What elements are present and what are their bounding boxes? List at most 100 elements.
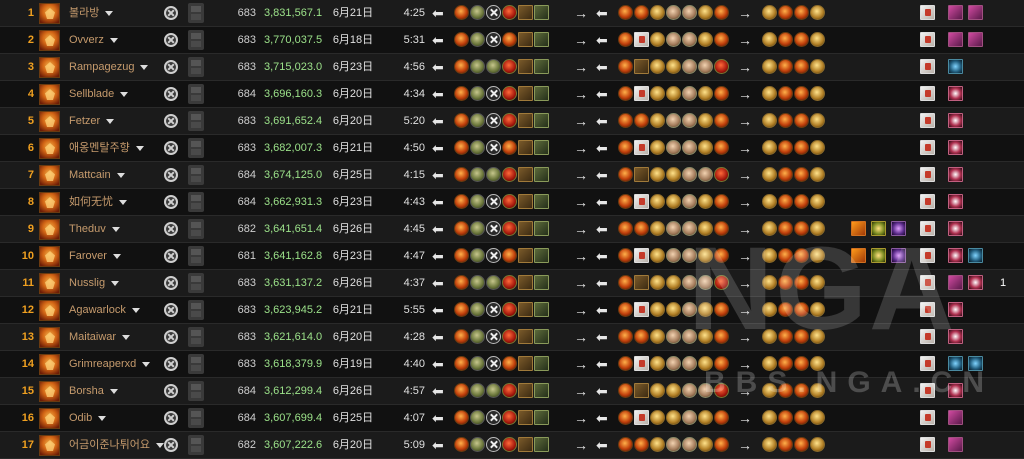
gear-icon[interactable]	[948, 437, 963, 452]
player-name-link[interactable]: Agawarlock	[69, 297, 165, 323]
table-row[interactable]: 4 Sellblade 684 3,696,160.3 6月20日 4:34 ⬅ → ⬅ →	[0, 81, 1024, 108]
player-name-link[interactable]: Farover	[69, 243, 165, 269]
talent-icon[interactable]	[486, 86, 501, 101]
talent-icon[interactable]	[794, 5, 809, 20]
talent-icon[interactable]	[778, 383, 793, 398]
talent-icon[interactable]	[698, 248, 713, 263]
talent-icon[interactable]	[454, 302, 469, 317]
talent-icon[interactable]	[502, 329, 517, 344]
talent-icon[interactable]	[518, 329, 533, 344]
talent-icon[interactable]	[486, 5, 501, 20]
table-row[interactable]: 12 Agawarlock 683 3,623,945.2 6月21日 5:55 ⬅ → ⬅ →	[0, 297, 1024, 324]
gear-icon[interactable]	[948, 248, 963, 263]
gear-icon[interactable]	[920, 32, 935, 47]
talent-icon[interactable]	[714, 5, 729, 20]
table-row[interactable]: 3 Rampagezug 683 3,715,023.0 6月23日 4:56 ⬅ → ⬅ →	[0, 54, 1024, 81]
combat-log-x-icon[interactable]	[164, 195, 178, 209]
talent-icon[interactable]	[810, 167, 825, 182]
talent-icon[interactable]	[518, 383, 533, 398]
talent-icon[interactable]	[714, 383, 729, 398]
combat-log-x-icon[interactable]	[164, 384, 178, 398]
talent-icon[interactable]	[486, 59, 501, 74]
talent-icon[interactable]	[502, 113, 517, 128]
talent-icon[interactable]	[534, 32, 549, 47]
video-icon[interactable]	[188, 138, 204, 158]
player-name-link[interactable]: Mattcain	[69, 162, 165, 188]
talent-icon[interactable]	[698, 356, 713, 371]
table-row[interactable]: 9 Theduv 682 3,641,651.4 6月26日 4:45 ⬅ → ⬅ →	[0, 216, 1024, 243]
talent-icon[interactable]	[810, 5, 825, 20]
talent-icon[interactable]	[778, 140, 793, 155]
talent-icon[interactable]	[698, 194, 713, 209]
gear-icon[interactable]	[920, 356, 935, 371]
talent-icon[interactable]	[666, 113, 681, 128]
player-name-link[interactable]: Borsha	[69, 378, 165, 404]
talent-icon[interactable]	[618, 86, 633, 101]
talent-icon[interactable]	[618, 410, 633, 425]
talent-icon[interactable]	[534, 383, 549, 398]
player-name-link[interactable]: Sellblade	[69, 81, 165, 107]
talent-icon[interactable]	[778, 437, 793, 452]
combat-log-x-icon[interactable]	[164, 303, 178, 317]
talent-icon[interactable]	[618, 113, 633, 128]
talent-icon[interactable]	[762, 113, 777, 128]
talent-icon[interactable]	[698, 302, 713, 317]
chevron-down-icon[interactable]	[112, 253, 121, 259]
talent-icon[interactable]	[650, 113, 665, 128]
talent-icon[interactable]	[810, 410, 825, 425]
talent-icon[interactable]	[810, 194, 825, 209]
talent-icon[interactable]	[762, 302, 777, 317]
talent-icon[interactable]	[682, 248, 697, 263]
talent-icon[interactable]	[518, 248, 533, 263]
chevron-down-icon[interactable]	[111, 280, 120, 286]
combat-log-x-icon[interactable]	[164, 33, 178, 47]
talent-icon[interactable]	[634, 248, 649, 263]
talent-icon[interactable]	[682, 437, 697, 452]
talent-icon[interactable]	[618, 437, 633, 452]
talent-icon[interactable]	[534, 356, 549, 371]
talent-icon[interactable]	[534, 410, 549, 425]
talent-icon[interactable]	[698, 59, 713, 74]
player-name-link[interactable]: 애옹멘탈주향	[69, 135, 165, 161]
video-icon[interactable]	[188, 273, 204, 293]
talent-icon[interactable]	[534, 275, 549, 290]
table-row[interactable]: 7 Mattcain 684 3,674,125.0 6月25日 4:15 ⬅ → ⬅ →	[0, 162, 1024, 189]
talent-icon[interactable]	[714, 113, 729, 128]
talent-icon[interactable]	[794, 140, 809, 155]
talent-icon[interactable]	[470, 140, 485, 155]
talent-icon[interactable]	[714, 410, 729, 425]
talent-icon[interactable]	[778, 356, 793, 371]
video-icon[interactable]	[188, 111, 204, 131]
talent-icon[interactable]	[682, 275, 697, 290]
talent-icon[interactable]	[454, 140, 469, 155]
combat-log-x-icon[interactable]	[164, 168, 178, 182]
video-icon[interactable]	[188, 300, 204, 320]
talent-icon[interactable]	[454, 437, 469, 452]
trinket-icon[interactable]	[891, 221, 906, 236]
talent-icon[interactable]	[518, 275, 533, 290]
talent-icon[interactable]	[518, 437, 533, 452]
talent-icon[interactable]	[810, 59, 825, 74]
video-icon[interactable]	[188, 192, 204, 212]
gear-icon[interactable]	[948, 113, 963, 128]
talent-icon[interactable]	[502, 410, 517, 425]
gear-icon[interactable]	[920, 410, 935, 425]
gear-icon[interactable]	[948, 356, 963, 371]
talent-icon[interactable]	[778, 221, 793, 236]
talent-icon[interactable]	[618, 5, 633, 20]
talent-icon[interactable]	[470, 194, 485, 209]
gear-icon[interactable]	[920, 221, 935, 236]
chevron-down-icon[interactable]	[111, 226, 120, 232]
talent-icon[interactable]	[682, 383, 697, 398]
talent-icon[interactable]	[486, 194, 501, 209]
talent-icon[interactable]	[486, 221, 501, 236]
video-icon[interactable]	[188, 219, 204, 239]
talent-icon[interactable]	[454, 410, 469, 425]
talent-icon[interactable]	[714, 248, 729, 263]
gear-icon[interactable]	[920, 5, 935, 20]
talent-icon[interactable]	[486, 248, 501, 263]
talent-icon[interactable]	[666, 5, 681, 20]
table-row[interactable]: 15 Borsha 684 3,612,299.4 6月26日 4:57 ⬅ → ⬅ →	[0, 378, 1024, 405]
talent-icon[interactable]	[666, 329, 681, 344]
talent-icon[interactable]	[698, 5, 713, 20]
